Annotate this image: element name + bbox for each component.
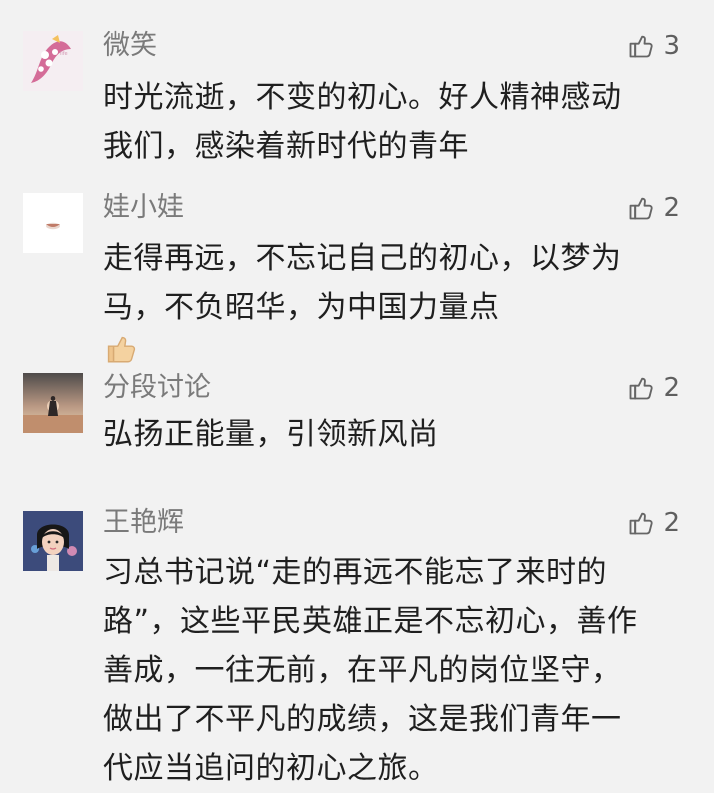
like-button[interactable]: 2	[627, 193, 680, 223]
thumbs-up-icon	[627, 32, 655, 60]
comment-text: 习总书记说“走的再远不能忘了来时的 路”，这些平民英雄正是不忘初心，善作 善成，…	[103, 548, 663, 793]
comment-line: 路”，这些平民英雄正是不忘初心，善作	[103, 604, 638, 639]
username: 娃小娃	[103, 192, 184, 223]
like-count: 2	[663, 508, 680, 538]
white-bowl-avatar-icon	[23, 193, 83, 253]
avatar[interactable]	[23, 511, 83, 571]
like-count: 2	[663, 193, 680, 223]
like-count: 2	[663, 373, 680, 403]
avatar[interactable]	[23, 193, 83, 253]
comment-line: 做出了不平凡的成绩，这是我们青年一	[103, 702, 622, 737]
comment-line: 习总书记说“走的再远不能忘了来时的	[103, 555, 608, 590]
thumbs-up-icon	[627, 194, 655, 222]
comment-line: 弘扬正能量，引领新风尚	[103, 417, 439, 452]
comment-line: 善成，一往无前，在平凡的岗位坚守，	[103, 653, 622, 688]
username: 王艳辉	[103, 507, 184, 538]
thumbs-up-icon	[627, 509, 655, 537]
comment-line-text: 马，不负昭华，为中国力量点	[103, 290, 500, 325]
thumbs-up-icon	[627, 374, 655, 402]
comment-text: 走得再远，不忘记自己的初心，以梦为 马，不负昭华，为中国力量点	[103, 234, 663, 366]
thumbs-up-emoji-icon	[105, 332, 139, 366]
pink-illustration-avatar-icon: life	[23, 31, 83, 91]
avatar[interactable]: life	[23, 31, 83, 91]
like-button[interactable]: 2	[627, 508, 680, 538]
girl-portrait-avatar-icon	[23, 511, 83, 571]
comment-text: 时光流逝，不变的初心。好人精神感动 我们，感染着新时代的青年	[103, 73, 663, 171]
comment-line: 代应当追问的初心之旅。	[103, 751, 439, 786]
like-button[interactable]: 2	[627, 373, 680, 403]
comment-line: 马，不负昭华，为中国力量点	[103, 283, 663, 366]
sunset-figure-avatar-icon	[23, 373, 83, 433]
like-button[interactable]: 3	[627, 31, 680, 61]
comment-list: life 微笑 3 时光流逝，不变的初心。好人精神感动 我们，感染着新时代的青年	[0, 0, 714, 786]
like-count: 3	[663, 31, 680, 61]
comment-line: 时光流逝，不变的初心。好人精神感动	[103, 80, 622, 115]
comment-line: 走得再远，不忘记自己的初心，以梦为	[103, 241, 622, 276]
avatar[interactable]	[23, 373, 83, 433]
username: 微笑	[103, 30, 157, 61]
comment-text: 弘扬正能量，引领新风尚	[103, 410, 663, 459]
username: 分段讨论	[103, 372, 211, 403]
svg-text:life: life	[60, 51, 68, 57]
comment-line: 我们，感染着新时代的青年	[103, 129, 469, 164]
